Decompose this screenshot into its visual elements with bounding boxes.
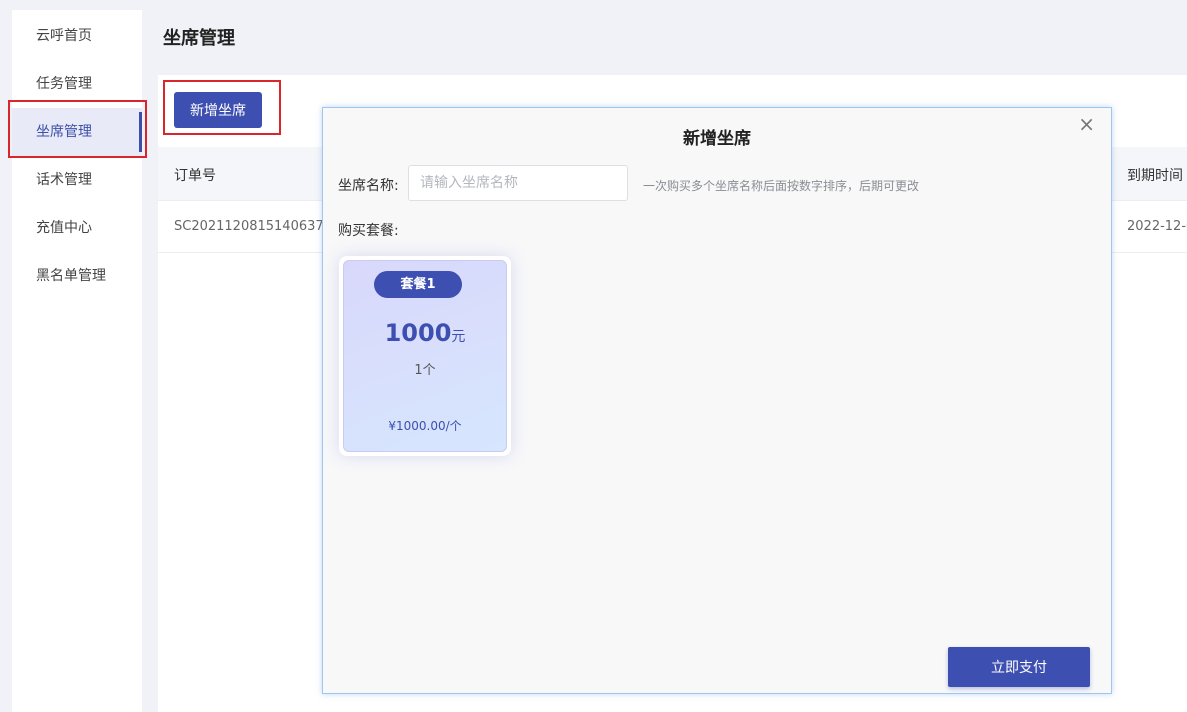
cell-expire: 2022-12-0 [1127,219,1187,234]
package-card-body: 套餐1 1000元 1个 ¥1000.00/个 [343,260,507,452]
package-price-unit: 元 [451,329,466,345]
seat-name-hint: 一次购买多个坐席名称后面按数字排序，后期可更改 [643,179,920,193]
sidebar-item-blacklist[interactable]: 黑名单管理 [12,252,142,300]
package-name-badge: 套餐1 [374,271,462,298]
package-unit-price: ¥1000.00/个 [388,419,462,433]
seat-name-input[interactable] [408,165,628,201]
seat-name-label: 坐席名称: [338,178,399,194]
package-card[interactable]: 套餐1 1000元 1个 ¥1000.00/个 [339,256,511,456]
sidebar-item-home[interactable]: 云呼首页 [12,12,142,60]
package-price: 1000元 [344,319,506,347]
add-seat-dialog: 新增坐席 × 坐席名称: 一次购买多个坐席名称后面按数字排序，后期可更改 购买套… [322,107,1112,694]
column-header-expire: 到期时间 [1127,168,1183,184]
package-label: 购买套餐: [338,223,399,239]
page-title: 坐席管理 [163,28,235,49]
sidebar-item-seats[interactable]: 坐席管理 [12,108,142,156]
dialog-title: 新增坐席 [683,129,751,149]
pay-now-button[interactable]: 立即支付 [948,647,1090,687]
sidebar-item-scripts[interactable]: 话术管理 [12,156,142,204]
sidebar-item-tasks[interactable]: 任务管理 [12,60,142,108]
sidebar: 云呼首页 任务管理 坐席管理 话术管理 充值中心 黑名单管理 [12,10,142,712]
package-seat-count: 1个 [414,363,436,378]
close-icon[interactable]: × [1078,114,1095,134]
sidebar-item-recharge[interactable]: 充值中心 [12,204,142,252]
package-price-value: 1000 [384,319,452,347]
column-header-order-no: 订单号 [174,168,216,184]
add-seat-button[interactable]: 新增坐席 [174,92,262,128]
